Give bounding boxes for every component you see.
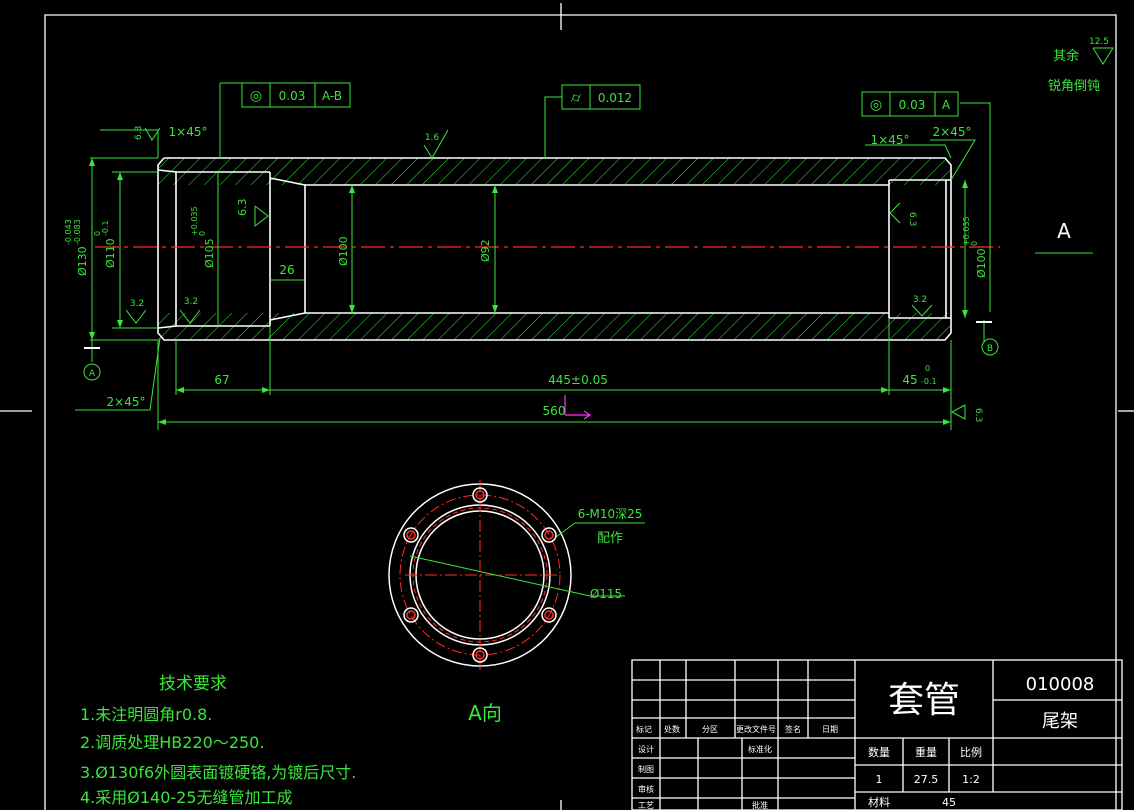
tolerance-1-datum: A-B (322, 89, 342, 103)
tb-col-material: 材料 (868, 795, 890, 809)
roughness-symbol-3 (254, 205, 269, 228)
tb-row-draw: 制图 (638, 764, 654, 774)
dim-d130: Ø130 (76, 246, 89, 276)
tolerance-2-value: 0.012 (598, 91, 632, 105)
chamfer-left-top: 1×45° (169, 125, 208, 139)
chamfer-right-top: 1×45° (871, 133, 910, 147)
datum-a-label: A (89, 369, 96, 379)
roughness-note-value: 12.5 (1089, 37, 1109, 47)
dim-d110-tol-low: -0.1 (101, 220, 110, 236)
tb-header-date: 日期 (822, 725, 838, 734)
engineering-drawing: A B ◎ 0.03 A-B ⌭ 0.012 ◎ 0.03 A 6.3 1.6 … (0, 3, 1134, 810)
tb-scale-value: 1:2 (962, 773, 980, 786)
tb-qty-value: 1 (876, 773, 883, 786)
tb-header-sign: 签名 (785, 724, 801, 734)
top-wall-hatch (158, 158, 950, 185)
assembly-name: 尾架 (1042, 711, 1078, 732)
dim-67: 67 (214, 373, 229, 387)
tb-approve: 批准 (752, 800, 768, 810)
roughness-5-value: 3.2 (184, 297, 198, 307)
roughness-2-value: 1.6 (425, 133, 440, 143)
dim-d105-tol-low: 0 (198, 231, 207, 236)
dim-d100-right: Ø100 (975, 248, 988, 278)
tolerance-3-datum: A (942, 98, 951, 112)
roughness-7-value: 3.2 (913, 295, 927, 305)
roughness-1-value: 6.3 (134, 126, 144, 140)
roughness-symbol-general (1092, 47, 1114, 65)
roughness-symbol-4 (125, 309, 147, 324)
notes-heading: 技术要求 (159, 674, 227, 694)
roughness-6-value: 6.3 (907, 212, 917, 226)
holes-note: 配作 (597, 531, 623, 546)
bottom-wall-hatch (158, 313, 950, 340)
tb-col-scale: 比例 (960, 745, 982, 759)
dim-d130-tol-low: -0.083 (73, 219, 82, 245)
dim-26: 26 (279, 263, 294, 277)
tolerance-1-symbol-icon: ◎ (250, 88, 262, 104)
view-a-title: A向 (468, 701, 502, 725)
dim-d110: Ø110 (104, 238, 117, 268)
dim-560: 560 (543, 404, 566, 418)
note-3: 3.Ø130f6外圆表面镀硬铬,为镀后尺寸. (80, 763, 356, 782)
tolerance-3-symbol-icon: ◎ (870, 97, 882, 113)
ucs-axis-marker (564, 395, 592, 420)
dim-d92: Ø92 (479, 239, 492, 262)
tb-row-review: 审核 (638, 784, 654, 794)
section-marker-a: A (1057, 219, 1071, 243)
dim-d105: Ø105 (203, 238, 216, 268)
tolerance-2-symbol-icon: ⌭ (571, 90, 581, 106)
roughness-3-value: 6.3 (236, 199, 249, 217)
sleeve-section-view (95, 157, 1000, 341)
roughness-8-value: 6.3 (973, 408, 983, 422)
tolerance-1-value: 0.03 (279, 89, 306, 103)
dim-d100: Ø100 (337, 236, 350, 266)
roughness-note-label2: 锐角倒钝 (1048, 79, 1100, 94)
roughness-note-label1: 其余 (1053, 48, 1079, 64)
dim-445: 445±0.05 (548, 373, 608, 387)
note-1: 1.未注明圆角r0.8. (80, 705, 212, 724)
dim-d100r-tol-low: 0 (970, 241, 979, 246)
roughness-symbol-6 (889, 202, 901, 224)
note-2: 2.调质处理HB220～250. (80, 733, 264, 752)
tb-col-qty: 数量 (868, 746, 890, 759)
tb-header-change: 更改文件号 (736, 724, 776, 734)
dim-45: 45 (902, 373, 917, 387)
datum-b-label: B (987, 344, 993, 354)
chamfer-left-bottom: 2×45° (107, 395, 146, 409)
tb-col-weight: 重量 (915, 745, 937, 759)
title-text: 套管 (888, 680, 960, 721)
chamfer-right-bore: 2×45° (933, 125, 972, 139)
tb-header-count: 处数 (664, 724, 680, 734)
roughness-4-value: 3.2 (130, 299, 144, 309)
tb-header-zone: 分区 (702, 725, 718, 734)
dim-45-tol-low: -0.1 (921, 377, 937, 386)
tolerance-3-value: 0.03 (899, 98, 926, 112)
tb-header-mark: 标记 (636, 724, 652, 734)
roughness-symbol-8 (950, 404, 966, 420)
tb-material-value: 45 (942, 796, 956, 809)
tb-row-design: 设计 (638, 744, 654, 754)
tb-row-process: 工艺 (638, 801, 654, 810)
holes-label: 6-M10深25 (578, 507, 643, 521)
drawing-number: 010008 (1026, 674, 1095, 695)
tb-standardization: 标准化 (748, 744, 772, 754)
note-4: 4.采用Ø140-25无缝管加工成 (80, 788, 293, 807)
dim-45-tol-up: 0 (925, 364, 930, 373)
dim-d130-tol-up: -0.043 (64, 219, 73, 245)
tb-weight-value: 27.5 (914, 773, 939, 786)
dim-d115: Ø115 (590, 587, 622, 601)
